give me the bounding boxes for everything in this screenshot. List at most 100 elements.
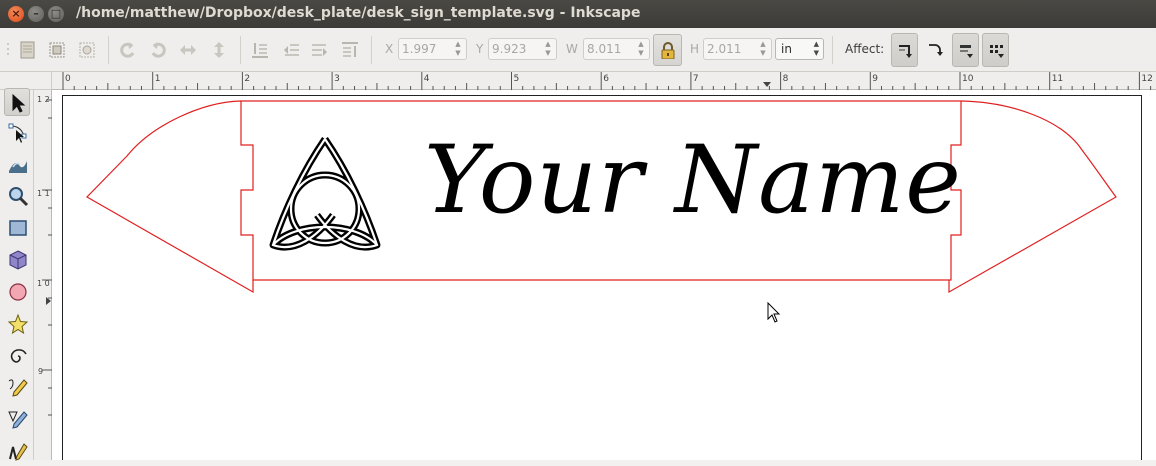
title-bar: × – □ /home/matthew/Dropbox/desk_plate/d… [0,0,1156,28]
star-tool-icon [7,313,29,335]
scale-stroke-icon [899,45,912,58]
pencil-tool-button[interactable] [4,374,30,402]
x-label: X [385,42,394,56]
select-all-layers-icon[interactable] [47,40,67,60]
hruler-label: 10 [962,74,974,84]
flip-horizontal-icon[interactable] [178,40,198,60]
h-label: H [690,42,700,56]
tweak-tool-button[interactable] [4,150,30,178]
y-input[interactable] [492,41,539,57]
3d-box-tool-icon [9,250,27,270]
tool-controls-bar: X ▲▼ Y ▲▼ W ▲▼ H ▲▼ in ▲▼ Affect: [0,28,1156,72]
rectangle-tool-button[interactable] [4,214,30,242]
toolbar-separator [240,36,241,64]
horizontal-ruler[interactable]: 0 1 2 3 4 5 6 7 8 9 10 11 12 [52,72,1156,90]
h-spinbox[interactable]: ▲▼ [703,38,772,60]
toolbar-separator [832,36,833,64]
hruler-label: 9 [872,74,878,84]
close-window-button[interactable]: × [8,6,24,22]
selector-tool-icon [12,93,26,113]
triquetra-knot-icon [269,137,381,251]
vruler-label: 9 [38,367,43,376]
lock-icon [661,42,675,59]
hruler-label: 2 [244,74,250,84]
spin-arrows[interactable]: ▲ ▼ [758,40,768,58]
chevron-updown-icon: ▲ ▼ [813,40,819,57]
toolbar-separator [108,36,109,64]
h-input[interactable] [707,41,754,57]
node-tool-button[interactable] [4,119,30,147]
pencil-tool-icon [8,379,28,397]
scale-stroke-button[interactable] [891,33,918,67]
window-title: /home/matthew/Dropbox/desk_plate/desk_si… [76,5,641,21]
vruler-label: 1 1 [37,189,50,198]
raise-icon[interactable] [310,40,330,60]
spin-arrows[interactable]: ▲ ▼ [543,40,553,58]
hruler-label: 11 [1052,74,1063,84]
calligraphy-tool-button[interactable] [4,438,30,466]
hruler-label: 1 [155,74,161,84]
hruler-label: 3 [334,74,340,84]
star-tool-button[interactable] [4,310,30,338]
vruler-label: 1 2 [37,95,50,104]
vruler-label: 1 0 [37,279,50,288]
hruler-label: 0 [65,74,71,84]
y-spinbox[interactable]: ▲▼ [488,38,557,60]
move-gradients-button[interactable] [952,33,979,67]
affect-label: Affect: [845,42,885,56]
move-patterns-button[interactable] [982,33,1009,67]
rotate-ccw-icon[interactable] [118,40,138,60]
lower-to-bottom-icon[interactable] [250,40,270,60]
hruler-label: 6 [603,74,609,84]
scale-corners-icon [929,44,943,56]
scale-corners-button[interactable] [922,33,949,67]
ellipse-tool-icon [9,283,27,301]
hruler-label: 7 [693,74,699,84]
vertical-ruler-ticks: 1 2 1 1 1 0 9 [37,95,52,416]
ellipse-tool-button[interactable] [4,278,30,306]
hruler-label: 5 [514,74,520,84]
select-all-icon[interactable] [18,40,38,60]
w-spinbox[interactable]: ▲▼ [583,38,650,60]
spiral-tool-icon [10,349,27,363]
hruler-label: 12 [1141,74,1152,84]
node-tool-icon [8,123,27,143]
pen-tool-button[interactable] [4,406,30,434]
drawing-canvas[interactable]: Your Name [52,90,1156,460]
hruler-label: 4 [424,74,430,84]
w-label: W [566,42,578,56]
selector-tool-button[interactable] [4,88,30,116]
sign-right-wing [948,100,1117,294]
hruler-label: 8 [783,74,789,84]
zoom-tool-button[interactable] [4,182,30,210]
y-label: Y [476,42,484,56]
rotate-cw-icon[interactable] [148,40,168,60]
flip-vertical-icon[interactable] [209,40,229,60]
sign-name-text[interactable]: Your Name [424,126,962,236]
rectangle-tool-icon [9,220,27,236]
toolbar-grip[interactable] [6,42,10,58]
w-input[interactable] [587,41,632,57]
move-gradients-icon [960,45,973,58]
move-patterns-icon [990,45,1004,58]
tweak-tool-icon [9,161,27,173]
minimize-window-button[interactable]: – [28,6,44,22]
raise-to-top-icon[interactable] [340,40,360,60]
toolbox [0,88,34,461]
deselect-icon[interactable] [77,40,97,60]
mouse-cursor-icon [767,302,781,323]
spin-arrows[interactable]: ▲ ▼ [453,40,463,58]
sign-left-wing [86,100,254,294]
units-select[interactable]: in ▲ ▼ [775,38,824,60]
zoom-tool-icon [9,187,29,207]
spiral-tool-button[interactable] [4,342,30,370]
x-spinbox[interactable]: ▲▼ [398,38,467,60]
maximize-window-button[interactable]: □ [48,6,64,22]
lock-ratio-button[interactable] [653,34,682,66]
spin-arrows[interactable]: ▲ ▼ [636,40,646,58]
pen-tool-icon [8,411,28,429]
lower-icon[interactable] [281,40,301,60]
vertical-ruler[interactable]: 1 2 1 1 1 0 9 [34,90,52,460]
3d-box-tool-button[interactable] [4,246,30,274]
x-input[interactable] [402,41,449,57]
